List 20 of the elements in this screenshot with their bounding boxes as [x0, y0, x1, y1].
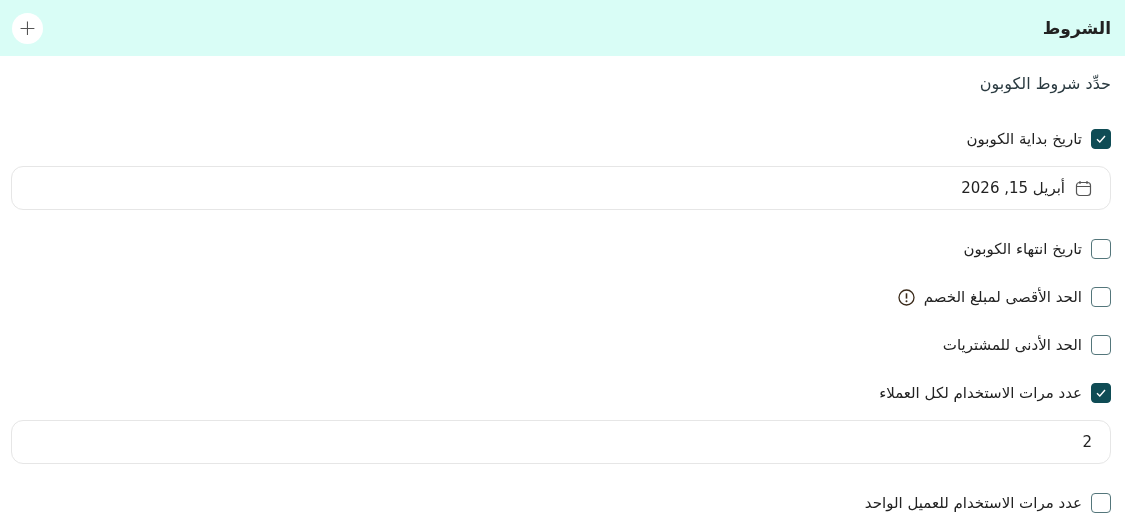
section-subtitle: حدِّد شروط الكوبون: [978, 74, 1111, 96]
date-field[interactable]: أبريل 15, 2026: [11, 166, 1111, 210]
add-button[interactable]: +: [12, 12, 43, 44]
check-icon: [1096, 135, 1106, 143]
checkbox[interactable]: [1091, 493, 1111, 513]
checkbox[interactable]: [1091, 287, 1111, 307]
checkbox-label: عدد مرات الاستخدام للعميل الواحد: [864, 494, 1082, 512]
section-title: الشروط: [1042, 18, 1111, 38]
checkbox-label: تاريخ بداية الكوبون: [966, 130, 1082, 148]
number-field[interactable]: 2: [11, 420, 1111, 464]
checkbox-label: عدد مرات الاستخدام لكل العملاء: [879, 384, 1082, 402]
calendar-icon: [1075, 179, 1092, 197]
checkbox-label: تاريخ انتهاء الكوبون: [963, 240, 1082, 258]
checkbox[interactable]: [1091, 383, 1111, 403]
checkbox[interactable]: [1091, 129, 1111, 149]
checkbox[interactable]: [1091, 239, 1111, 259]
checkbox-label: الحد الأقصى لمبلغ الخصم: [923, 288, 1082, 306]
checkbox-label: الحد الأدنى للمشتريات: [942, 336, 1082, 354]
check-icon: [1096, 389, 1106, 397]
checkbox[interactable]: [1091, 335, 1111, 355]
